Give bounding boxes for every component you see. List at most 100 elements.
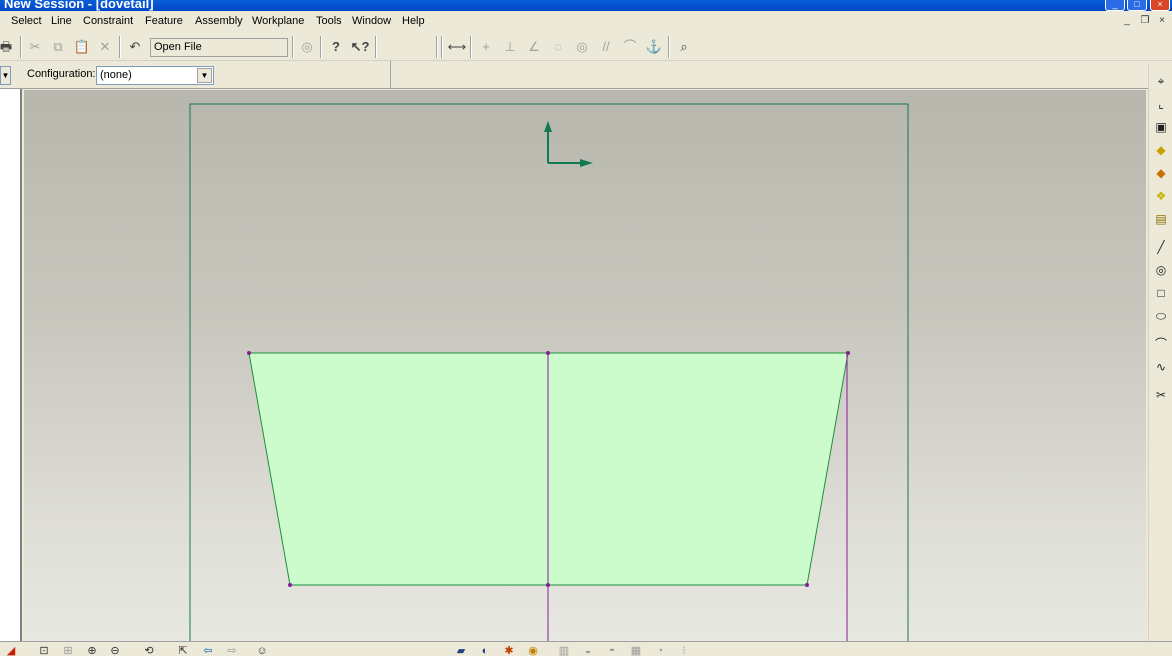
horizontal-constraint-icon[interactable]: +: [476, 37, 496, 57]
mdi-close-button[interactable]: ×: [1155, 15, 1169, 27]
select-edge-icon[interactable]: ⌞: [1152, 95, 1170, 113]
close-button[interactable]: ×: [1150, 0, 1170, 11]
shaded-icon[interactable]: ◢: [2, 644, 20, 656]
select-assembly-icon[interactable]: ▤: [1152, 210, 1170, 228]
select-part-icon[interactable]: ❖: [1152, 187, 1170, 205]
concentric-constraint-icon[interactable]: ◎: [572, 37, 592, 57]
print-icon[interactable]: 🖶: [0, 37, 16, 57]
cut-icon[interactable]: ✂: [25, 37, 45, 57]
sketch-mode-icon[interactable]: ◎: [297, 37, 317, 57]
spline-tool-icon[interactable]: ∿: [1152, 358, 1170, 376]
fix-constraint-icon[interactable]: ⚓: [644, 37, 664, 57]
fillet-icon[interactable]: ▥: [555, 644, 573, 656]
vertex-point[interactable]: [805, 583, 809, 587]
configuration-bar: ▼ Configuration: (none) ▼: [0, 61, 1172, 89]
paste-icon[interactable]: 📋: [72, 37, 92, 57]
vertex-point[interactable]: [247, 351, 251, 355]
revolve-icon[interactable]: ◐: [476, 644, 494, 656]
select-icon[interactable]: ⌖: [1152, 72, 1170, 90]
vertex-point[interactable]: [846, 351, 850, 355]
mdi-restore-button[interactable]: ❐: [1138, 15, 1152, 27]
bottom-toolbar: ◢ ⊡ ⊞ ⊕ ⊖ ⟲ ⇱ ⇦ ⇨ ☺ ▰ ◐ ✱ ◉ ▥ ◒ ◓ ▦ ◔ ⁝: [0, 641, 1172, 656]
previous-view-icon[interactable]: ⇦: [199, 644, 217, 656]
right-toolbar: ⌖ ⌞ ▣ ◆ ◆ ❖ ▤ ╱ ◎ □ ⬭ ⌒ ∿ ✂: [1148, 64, 1172, 641]
zoom-window-icon[interactable]: ⊞: [59, 644, 77, 656]
main-toolbar: 🖶 ✂ ⧉ 📋 ✕ ↶ Open File ◎ ? ↖? ⟷ + ⊥ ∠ ◌ ◎…: [0, 33, 1172, 61]
toolbar-separator: [119, 36, 121, 58]
toolbar-separator: [441, 36, 443, 58]
title-bar: New Session - [dovetail] _ □ ×: [0, 0, 1172, 11]
perpendicular-constraint-icon[interactable]: ⊥: [500, 37, 520, 57]
line-tool-icon[interactable]: ╱: [1152, 238, 1170, 256]
menu-help[interactable]: Help: [402, 15, 425, 27]
pattern-icon[interactable]: ⁝: [675, 644, 693, 656]
context-help-icon[interactable]: ↖?: [350, 37, 370, 57]
parallel-constraint-icon[interactable]: //: [596, 37, 616, 57]
copy-icon[interactable]: ⧉: [48, 37, 68, 57]
sketch-canvas[interactable]: [24, 90, 1146, 641]
sketch-svg[interactable]: [24, 90, 1146, 641]
chevron-down-icon[interactable]: ▼: [197, 68, 212, 83]
angle-constraint-icon[interactable]: ∠: [524, 37, 544, 57]
vertex-point[interactable]: [546, 583, 550, 587]
toolbar-separator: [436, 36, 438, 58]
toolbar-separator: [20, 36, 22, 58]
chamfer-icon[interactable]: ◒: [579, 644, 597, 656]
tangent-constraint-icon[interactable]: ◌: [548, 37, 568, 57]
delete-icon[interactable]: ✕: [95, 37, 115, 57]
select-body-icon[interactable]: ◆: [1152, 141, 1170, 159]
panel-dropdown-button[interactable]: ▼: [0, 66, 11, 85]
trim-tool-icon[interactable]: ✂: [1152, 386, 1170, 404]
undo-icon[interactable]: ↶: [125, 37, 145, 57]
configuration-select[interactable]: (none) ▼: [96, 66, 214, 85]
menu-constraint[interactable]: Constraint: [83, 15, 133, 27]
open-file-field[interactable]: Open File: [150, 38, 288, 57]
workplane-axis-indicator: [544, 121, 593, 167]
hole-icon[interactable]: ◔: [651, 644, 669, 656]
configuration-value: (none): [100, 69, 132, 81]
toolbar-separator: [375, 36, 377, 58]
menu-workplane[interactable]: Workplane: [252, 15, 304, 27]
draft-icon[interactable]: ▦: [627, 644, 645, 656]
rectangle-tool-icon[interactable]: □: [1152, 284, 1170, 302]
extrude-icon[interactable]: ▰: [452, 644, 470, 656]
ellipse-tool-icon[interactable]: ⬭: [1152, 307, 1170, 325]
circle-tool-icon[interactable]: ◎: [1152, 261, 1170, 279]
arc-constraint-icon[interactable]: ⌒: [620, 37, 640, 57]
inspect-icon[interactable]: ⌕: [674, 37, 694, 57]
dimension-icon[interactable]: ⟷: [447, 37, 467, 57]
vertex-point[interactable]: [288, 583, 292, 587]
window-title: New Session - [dovetail]: [4, 0, 154, 11]
zoom-out-icon[interactable]: ⊖: [106, 644, 124, 656]
sweep-icon[interactable]: ✱: [500, 644, 518, 656]
menu-window[interactable]: Window: [352, 15, 391, 27]
loft-icon[interactable]: ◉: [524, 644, 542, 656]
zoom-fit-icon[interactable]: ⊡: [35, 644, 53, 656]
minimize-button[interactable]: _: [1105, 0, 1125, 11]
menu-line[interactable]: Line: [51, 15, 72, 27]
smiley-icon[interactable]: ☺: [253, 644, 271, 656]
rotate-icon[interactable]: ⟲: [140, 644, 158, 656]
select-face-icon[interactable]: ▣: [1152, 118, 1170, 136]
maximize-button[interactable]: □: [1127, 0, 1147, 11]
toolbar-separator: [292, 36, 294, 58]
menu-select[interactable]: Select: [11, 15, 42, 27]
toolbar-separator: [470, 36, 472, 58]
next-view-icon[interactable]: ⇨: [223, 644, 241, 656]
arc-tool-icon[interactable]: ⌒: [1152, 335, 1170, 353]
toolbar-separator: [668, 36, 670, 58]
zoom-in-icon[interactable]: ⊕: [83, 644, 101, 656]
vertex-point[interactable]: [546, 351, 550, 355]
menu-assembly[interactable]: Assembly: [195, 15, 243, 27]
cad-application-window: New Session - [dovetail] _ □ × Select Li…: [0, 0, 1172, 656]
menu-feature[interactable]: Feature: [145, 15, 183, 27]
browser-panel[interactable]: [0, 89, 22, 641]
menu-bar: Select Line Constraint Feature Assembly …: [0, 11, 1172, 33]
help-icon[interactable]: ?: [326, 37, 346, 57]
select-solid-icon[interactable]: ◆: [1152, 164, 1170, 182]
pan-icon[interactable]: ⇱: [174, 644, 192, 656]
configuration-separator: [390, 61, 391, 89]
shell-icon[interactable]: ◓: [603, 644, 621, 656]
mdi-minimize-button[interactable]: _: [1120, 15, 1134, 27]
menu-tools[interactable]: Tools: [316, 15, 342, 27]
